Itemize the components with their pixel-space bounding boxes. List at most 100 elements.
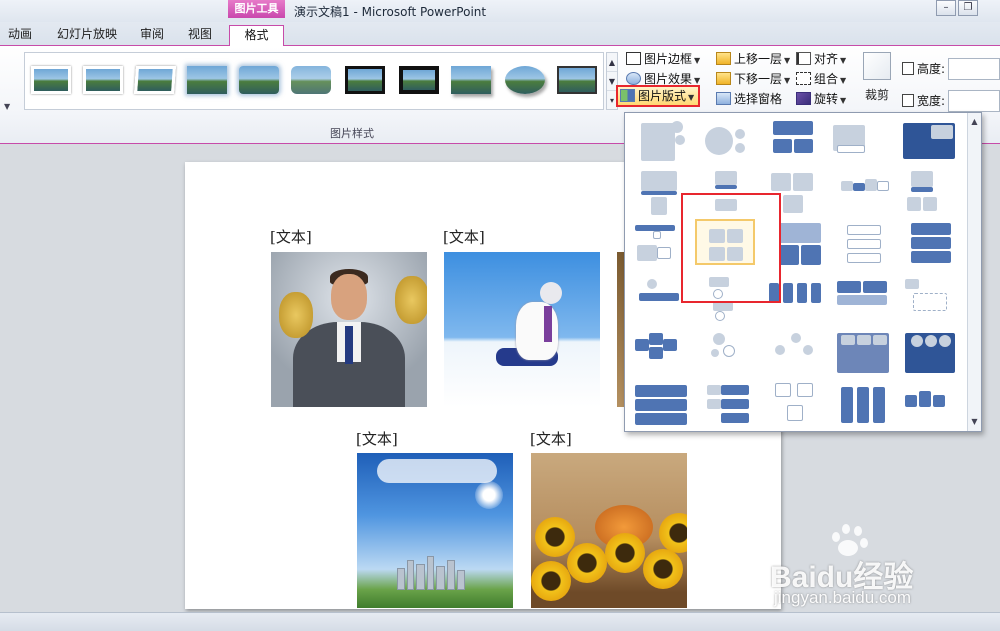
chevron-down-icon: ▼ bbox=[688, 93, 695, 102]
layout-option[interactable] bbox=[835, 381, 895, 427]
picture-style-thumbnail[interactable] bbox=[555, 60, 599, 100]
height-field[interactable] bbox=[948, 58, 1000, 80]
picture-layout-button[interactable]: 图片版式 ▼ bbox=[616, 85, 701, 107]
chevron-down-icon: ▼ bbox=[784, 56, 791, 65]
photo-man-with-masks[interactable] bbox=[271, 252, 427, 407]
picture-style-thumbnail[interactable] bbox=[185, 60, 229, 100]
rotate-button[interactable]: 旋转 ▼ bbox=[796, 90, 846, 109]
layout-option[interactable] bbox=[699, 119, 759, 165]
picture-effects-icon bbox=[626, 72, 641, 85]
chevron-down-icon: ▼ bbox=[840, 76, 847, 85]
tab-review[interactable]: 审阅 bbox=[130, 25, 174, 46]
layout-option[interactable] bbox=[897, 169, 957, 215]
bring-forward-icon bbox=[716, 52, 731, 65]
photo-sky-city[interactable] bbox=[357, 453, 513, 608]
layout-option[interactable] bbox=[835, 329, 895, 375]
restore-button[interactable]: ❐ bbox=[958, 0, 978, 16]
height-label-group: 高度: bbox=[902, 60, 945, 79]
minimize-button[interactable]: – bbox=[936, 0, 956, 16]
group-label: 组合 bbox=[814, 72, 839, 86]
layout-option[interactable] bbox=[827, 119, 887, 165]
layout-option[interactable] bbox=[897, 381, 957, 427]
picture-style-thumbnail[interactable] bbox=[343, 60, 387, 100]
picture-border-icon bbox=[626, 52, 641, 65]
bring-forward-button[interactable]: 上移一层 ▼ bbox=[716, 50, 790, 69]
gallery-up-icon[interactable]: ▲ bbox=[607, 53, 617, 72]
group-icon bbox=[796, 72, 811, 85]
picture-style-thumbnail[interactable] bbox=[29, 60, 73, 100]
layout-option[interactable] bbox=[897, 221, 957, 267]
tab-format[interactable]: 格式 bbox=[229, 25, 284, 46]
layout-option[interactable] bbox=[767, 381, 827, 427]
chevron-down-icon: ▼ bbox=[784, 76, 791, 85]
picture-style-thumbnail[interactable] bbox=[397, 60, 441, 100]
selection-pane-button[interactable]: 选择窗格 bbox=[716, 90, 782, 109]
align-icon bbox=[796, 52, 811, 65]
tab-animations[interactable]: 动画 bbox=[0, 25, 40, 46]
rotate-icon bbox=[796, 92, 811, 105]
baidu-watermark: Baidu经验 jingyan.baidu.com bbox=[770, 522, 1000, 612]
layout-option[interactable] bbox=[835, 169, 895, 215]
layout-option[interactable] bbox=[763, 119, 823, 165]
layout-option[interactable] bbox=[631, 381, 691, 427]
crop-label: 裁剪 bbox=[864, 88, 889, 102]
chevron-down-icon: ▼ bbox=[840, 96, 847, 105]
picture-effects-label: 图片效果 bbox=[644, 72, 693, 86]
send-backward-button[interactable]: 下移一层 ▼ bbox=[716, 70, 790, 89]
text-placeholder[interactable]: [文本] bbox=[530, 428, 572, 449]
picture-style-thumbnail[interactable] bbox=[81, 60, 125, 100]
crop-button[interactable]: 裁剪 bbox=[860, 50, 894, 106]
title-bar: 图片工具 演示文稿1 - Microsoft PowerPoint – ❐ bbox=[0, 0, 1000, 22]
picture-style-thumbnail[interactable] bbox=[289, 60, 333, 100]
send-backward-label: 下移一层 bbox=[734, 72, 783, 86]
crop-icon bbox=[863, 52, 891, 80]
picture-style-thumbnail[interactable] bbox=[503, 60, 547, 100]
layout-option[interactable] bbox=[897, 329, 957, 375]
height-label: 高度: bbox=[917, 62, 946, 76]
chevron-down-icon: ▼ bbox=[694, 56, 701, 65]
rotate-label: 旋转 bbox=[814, 92, 839, 106]
layout-option[interactable] bbox=[835, 221, 895, 267]
selection-pane-label: 选择窗格 bbox=[734, 92, 783, 106]
text-placeholder[interactable]: [文本] bbox=[356, 428, 398, 449]
picture-border-button[interactable]: 图片边框 ▼ bbox=[626, 50, 700, 69]
text-placeholder[interactable]: [文本] bbox=[443, 226, 485, 247]
picture-layout-gallery: ▲ ▼ bbox=[624, 112, 982, 432]
layout-option[interactable] bbox=[835, 275, 895, 321]
ribbon-tabs: 动画 幻灯片放映 审阅 视图 格式 bbox=[0, 22, 1000, 46]
layout-option[interactable] bbox=[699, 381, 759, 427]
layout-option[interactable] bbox=[897, 119, 957, 165]
group-button[interactable]: 组合 ▼ bbox=[796, 70, 846, 89]
tab-slide-show[interactable]: 幻灯片放映 bbox=[48, 25, 126, 46]
picture-style-thumbnail[interactable] bbox=[133, 60, 177, 100]
picture-styles-group-label: 图片样式 bbox=[330, 127, 374, 140]
picture-border-label: 图片边框 bbox=[644, 52, 693, 66]
width-field[interactable] bbox=[948, 90, 1000, 112]
layout-option[interactable] bbox=[631, 329, 691, 375]
text-placeholder[interactable]: [文本] bbox=[270, 226, 312, 247]
selection-pane-icon bbox=[716, 92, 731, 105]
layout-gallery-scrollbar[interactable]: ▲ ▼ bbox=[967, 113, 981, 431]
highlight-annotation bbox=[681, 193, 781, 303]
bring-forward-label: 上移一层 bbox=[734, 52, 783, 66]
width-icon bbox=[902, 94, 914, 107]
watermark-url: jingyan.baidu.com bbox=[774, 588, 912, 607]
align-button[interactable]: 对齐 ▼ bbox=[796, 50, 846, 69]
scroll-up-icon[interactable]: ▲ bbox=[968, 115, 981, 129]
picture-style-thumbnail[interactable] bbox=[449, 60, 493, 100]
scroll-down-icon[interactable]: ▼ bbox=[968, 415, 981, 429]
align-label: 对齐 bbox=[814, 52, 839, 66]
photo-sunflowers-pumpkin[interactable] bbox=[531, 453, 687, 608]
layout-option[interactable] bbox=[635, 119, 695, 165]
layout-option[interactable] bbox=[897, 275, 957, 321]
picture-tools-context-label: 图片工具 bbox=[228, 0, 285, 18]
photo-woman-in-snow[interactable] bbox=[444, 252, 600, 407]
chevron-down-icon: ▼ bbox=[840, 56, 847, 65]
layout-option[interactable] bbox=[767, 329, 827, 375]
layout-option[interactable] bbox=[699, 329, 759, 375]
scroll-left-icon[interactable]: ▼ bbox=[4, 102, 10, 111]
tab-view[interactable]: 视图 bbox=[178, 25, 222, 46]
picture-style-thumbnail[interactable] bbox=[237, 60, 281, 100]
chevron-down-icon: ▼ bbox=[694, 76, 701, 85]
status-bar bbox=[0, 612, 1000, 631]
